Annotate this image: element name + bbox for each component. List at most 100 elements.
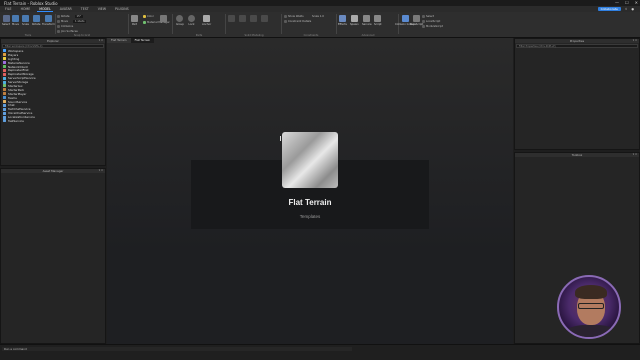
explorer-header: Explorer ▾ ✕	[1, 39, 105, 43]
separator	[225, 14, 226, 34]
service-icon	[3, 65, 6, 68]
intersect-button[interactable]	[261, 15, 268, 23]
constraints-group: Show Welds Constraint Details Scale 1.0 …	[284, 13, 338, 37]
constraint-details-toggle[interactable]: Constraint Details	[284, 20, 311, 23]
anchor-button[interactable]: Anchor	[202, 15, 211, 26]
panel-controls-icon[interactable]: ▾ ✕	[99, 39, 103, 43]
service-icon	[3, 57, 6, 61]
tab-model[interactable]: MODEL	[37, 7, 53, 12]
window-controls: — ☐ ✕	[615, 0, 638, 5]
separator	[336, 14, 337, 34]
mouse-cursor-icon	[280, 136, 283, 141]
properties-filter[interactable]: Filter Properties (Ctrl+Shift+P)	[516, 44, 638, 48]
asset-manager-header: Asset Manager ▾ ✕	[1, 169, 105, 173]
tab-plugins[interactable]: PLUGINS	[113, 7, 131, 11]
minimize-icon[interactable]: —	[615, 0, 619, 5]
service-button[interactable]: Service	[362, 15, 372, 26]
service-icon	[3, 49, 6, 53]
scale-tool[interactable]: Scale	[22, 15, 29, 26]
menu-right: Collaborate ⇪ ●	[597, 7, 634, 11]
separator	[281, 14, 282, 34]
service-icon	[3, 53, 6, 57]
service-icon	[3, 92, 6, 96]
scale-value[interactable]: Scale 1.0	[312, 15, 324, 18]
template-title: Flat Terrain	[288, 198, 332, 207]
file-menu[interactable]: FILE	[3, 7, 14, 11]
service-icon	[3, 88, 6, 92]
tab-avatar[interactable]: AVATAR	[58, 7, 74, 11]
tree-item-label: TestService	[8, 118, 24, 123]
separate-button[interactable]	[250, 15, 257, 23]
parts-group: Group Lock Anchor Parts	[174, 13, 224, 37]
localscript-item[interactable]: LocalScript	[422, 20, 440, 23]
tab-test[interactable]: TEST	[79, 7, 91, 11]
collisions-toggle[interactable]: Collisions	[57, 25, 73, 28]
service-icon	[3, 115, 6, 119]
separator	[55, 14, 56, 34]
service-icon	[3, 80, 6, 84]
close-icon[interactable]: ✕	[635, 0, 638, 5]
join-surfaces-toggle[interactable]: Join Surfaces	[57, 30, 78, 33]
material-manager-button[interactable]	[160, 15, 167, 23]
part-button[interactable]: Part	[131, 15, 138, 26]
tab-view[interactable]: VIEW	[96, 7, 108, 11]
rotate-tool[interactable]: Rotate	[32, 15, 41, 26]
rotate-snap[interactable]: Rotate 15°	[57, 15, 84, 18]
share-icon[interactable]: ⇪	[625, 7, 628, 11]
template-subtitle: Templates	[299, 214, 321, 219]
toolbox-header: Toolbox ▾ ✕	[515, 153, 639, 157]
advanced-group: Effects Spawn Service Script Advanced	[338, 13, 398, 37]
transform-tool[interactable]: Transform	[42, 15, 55, 26]
service-icon	[3, 61, 6, 65]
panel-controls-icon[interactable]: ▾ ✕	[633, 39, 637, 43]
service-icon	[3, 100, 6, 104]
snap-label: Snap to Grid	[73, 34, 91, 37]
tab-flat-terrain-active[interactable]: Flat Terrain	[130, 38, 155, 43]
explorer-filter[interactable]: Filter workspace (Ctrl+Shift+X)	[2, 44, 104, 48]
command-bar[interactable]: Run a command	[2, 347, 352, 351]
collaborate-button[interactable]: Collaborate	[597, 7, 621, 11]
show-welds-toggle[interactable]: Show Welds	[284, 15, 304, 18]
separator	[128, 14, 129, 34]
explorer-panel: Explorer ▾ ✕ Filter workspace (Ctrl+Shift…	[0, 38, 106, 166]
panel-controls-icon[interactable]: ▾ ✕	[99, 169, 103, 173]
negate-button[interactable]	[239, 15, 246, 23]
template-thumbnail[interactable]	[282, 132, 338, 188]
maximize-icon[interactable]: ☐	[625, 0, 629, 5]
tree-item[interactable]: TestService	[1, 119, 105, 123]
window-title: Flat Terrain - Roblox Studio	[4, 0, 58, 6]
spawn-button[interactable]: Spawn	[350, 15, 359, 26]
webcam-overlay	[557, 275, 621, 339]
separator	[172, 14, 173, 34]
union-button[interactable]	[228, 15, 235, 23]
service-icon	[3, 107, 6, 111]
modulescript-item[interactable]: ModuleScript	[422, 25, 443, 28]
service-icon	[3, 96, 6, 100]
advanced-label: Advanced	[361, 34, 375, 37]
select-item[interactable]: Select	[422, 15, 434, 18]
service-icon	[3, 68, 6, 72]
service-icon	[3, 103, 6, 107]
select-tool[interactable]: Select	[2, 15, 10, 26]
script-button[interactable]: Script	[374, 15, 382, 26]
asset-manager-panel: Asset Manager ▾ ✕	[0, 168, 106, 344]
webcam-glasses	[578, 303, 604, 309]
user-icon[interactable]: ●	[631, 7, 634, 11]
ribbon: Select Move Scale Rotate Transform Tools…	[0, 12, 640, 38]
color-button[interactable]: Color	[143, 15, 154, 18]
panel-controls-icon[interactable]: ▾ ✕	[633, 153, 637, 157]
snap-group: Rotate 15° Move 1 studs Collisions Join Su…	[57, 13, 107, 37]
tools-group: Select Move Scale Rotate Transform Tools	[2, 13, 55, 37]
tab-flat-terrain[interactable]: Flat Terrain	[107, 38, 131, 43]
service-icon	[3, 76, 6, 80]
service-icon	[3, 72, 6, 76]
service-icon	[3, 119, 6, 123]
lock-button[interactable]: Lock	[188, 15, 195, 26]
tools-label: Tools	[24, 34, 32, 37]
tab-home[interactable]: HOME	[19, 7, 33, 11]
webcam-hair	[575, 285, 607, 299]
move-snap[interactable]: Move 1 studs	[57, 20, 87, 23]
move-tool[interactable]: Move	[12, 15, 19, 26]
effects-button[interactable]: Effects	[338, 15, 347, 26]
group-button[interactable]: Group	[176, 15, 184, 26]
